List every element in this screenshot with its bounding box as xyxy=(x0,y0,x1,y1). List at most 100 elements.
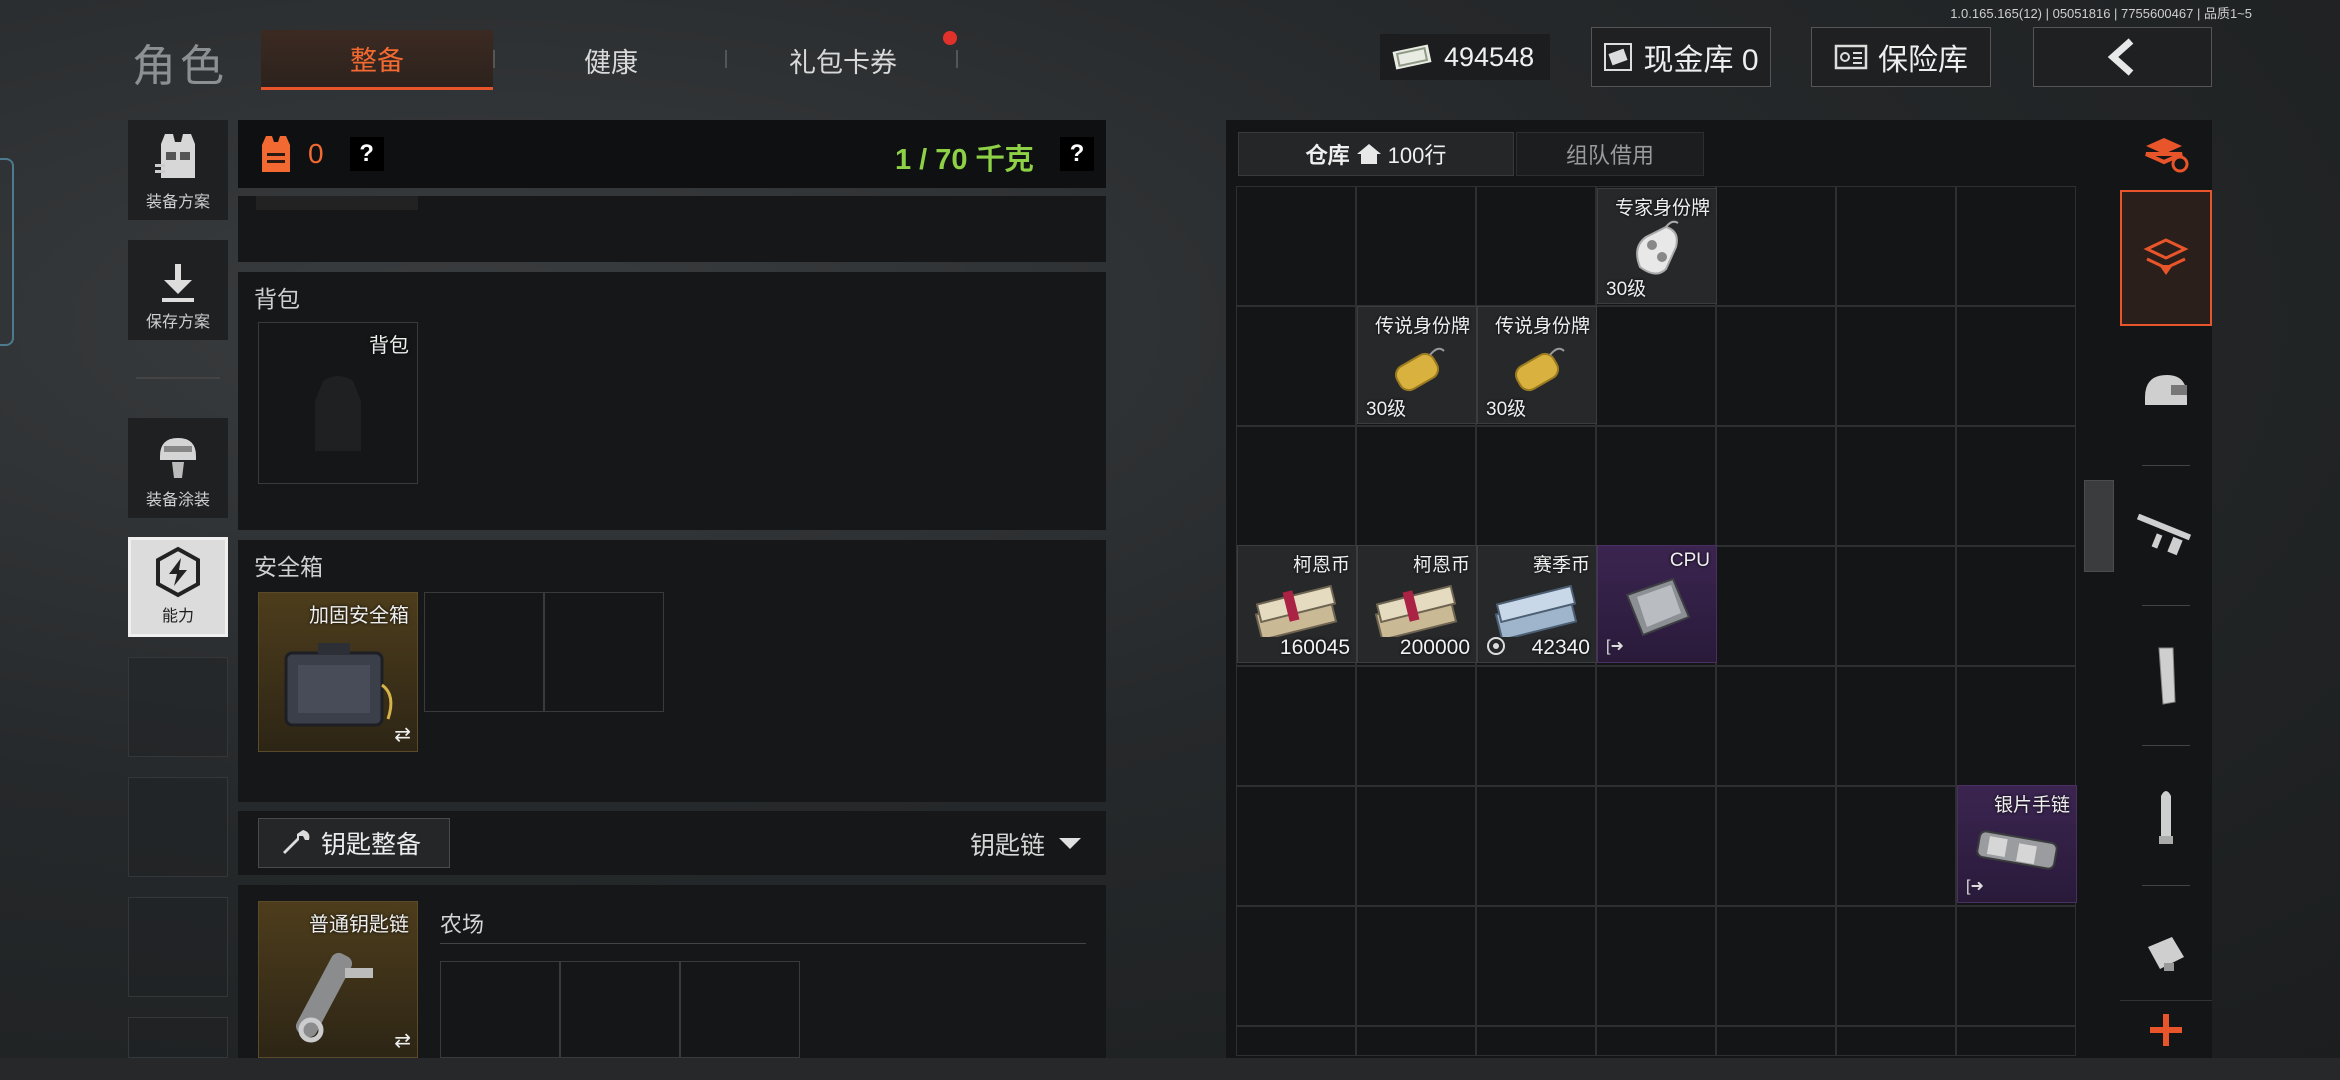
sidebar-item-ability[interactable]: 能力 xyxy=(128,537,228,637)
vest-icon xyxy=(262,136,290,172)
sidebar-item-save-plan[interactable]: 保存方案 xyxy=(128,240,228,340)
warehouse-grid-cell[interactable] xyxy=(1236,666,1356,786)
warehouse-grid-cell[interactable] xyxy=(1236,306,1356,426)
sidebar-item-loadout-plan[interactable]: 装备方案 xyxy=(128,120,228,220)
warehouse-grid-cell[interactable] xyxy=(1716,306,1836,426)
insurance-vault-label: 保险库 xyxy=(1878,44,1968,77)
warehouse-grid-cell[interactable] xyxy=(1836,546,1956,666)
warehouse-grid-cell[interactable] xyxy=(1356,906,1476,1026)
warehouse-grid-cell[interactable] xyxy=(1476,186,1596,306)
category-divider xyxy=(2142,605,2190,606)
keychain-slot[interactable]: 普通钥匙链 ⇄ xyxy=(258,901,418,1058)
key-grid-cell[interactable] xyxy=(440,961,560,1058)
warehouse-grid-cell[interactable] xyxy=(1836,786,1956,906)
warehouse-grid-cell[interactable] xyxy=(1356,786,1476,906)
grid-item-legend-dogtag[interactable]: 传说身份牌 30级 xyxy=(1477,306,1597,424)
key-grid-cell[interactable] xyxy=(560,961,680,1058)
category-magazine[interactable] xyxy=(2120,618,2212,734)
warehouse-grid-cell[interactable] xyxy=(1596,906,1716,1026)
insurance-vault-button[interactable]: 保险库 xyxy=(1811,27,1991,87)
warehouse-grid-cell[interactable] xyxy=(1956,186,2076,306)
category-ammo[interactable] xyxy=(2120,758,2212,874)
warehouse-grid-cell[interactable] xyxy=(1596,306,1716,426)
warehouse-grid-cell[interactable] xyxy=(1836,666,1956,786)
warehouse-grid-cell[interactable] xyxy=(1956,906,2076,1026)
keychain-selector[interactable]: 钥匙链 xyxy=(970,826,1083,862)
warehouse-grid-cell[interactable] xyxy=(1596,426,1716,546)
warehouse-grid-cell[interactable] xyxy=(1956,546,2076,666)
category-add[interactable] xyxy=(2120,1000,2212,1058)
warehouse-grid-cell[interactable] xyxy=(1356,1026,1476,1056)
key-equip-button[interactable]: 钥匙整备 xyxy=(258,818,450,868)
safebox-grid-cell[interactable] xyxy=(424,592,544,712)
warehouse-grid-cell[interactable] xyxy=(1716,186,1836,306)
category-rifle[interactable] xyxy=(2120,478,2212,594)
warehouse-grid-cell[interactable] xyxy=(1716,666,1836,786)
grid-item-koen-coin[interactable]: 柯恩币 160045 xyxy=(1237,545,1357,663)
warehouse-grid-cell[interactable] xyxy=(1236,426,1356,546)
warehouse-scrollbar[interactable] xyxy=(2084,480,2114,572)
warehouse-tab-label: 仓库 xyxy=(1305,143,1350,168)
warehouse-grid-cell[interactable] xyxy=(1356,426,1476,546)
category-warehouse-sort[interactable] xyxy=(2120,190,2212,326)
warehouse-grid-cell[interactable] xyxy=(1716,906,1836,1026)
warehouse-grid-cell[interactable] xyxy=(1716,786,1836,906)
warehouse-grid-cell[interactable] xyxy=(1836,426,1956,546)
tab-team-borrow[interactable]: 组队借用 xyxy=(1516,132,1704,176)
warehouse-grid-cell[interactable] xyxy=(1236,786,1356,906)
warehouse-grid-cell[interactable] xyxy=(1836,186,1956,306)
backpack-slot[interactable]: 背包 xyxy=(258,322,418,484)
warehouse-grid-cell[interactable] xyxy=(1476,1026,1596,1056)
category-helmet[interactable] xyxy=(2120,336,2212,452)
warehouse-grid-cell[interactable] xyxy=(1476,426,1596,546)
warehouse-grid-cell[interactable] xyxy=(1836,906,1956,1026)
tab-warehouse[interactable]: 仓库 100行 xyxy=(1238,132,1514,176)
cpu-chip-icon xyxy=(1625,577,1691,637)
warehouse-grid-cell[interactable] xyxy=(1476,906,1596,1026)
warehouse-grid-cell[interactable] xyxy=(1716,426,1836,546)
grid-item-season-coin[interactable]: 赛季币 42340 xyxy=(1477,545,1597,663)
grid-item-silver-bracelet[interactable]: 银片手链 [➜ xyxy=(1957,785,2077,903)
category-divider xyxy=(2142,885,2190,886)
warehouse-grid-cell[interactable] xyxy=(1836,1026,1956,1056)
tab-equip[interactable]: 整备 xyxy=(261,30,493,90)
back-button[interactable] xyxy=(2033,27,2212,87)
warehouse-grid-cell[interactable] xyxy=(1956,1026,2076,1056)
warehouse-grid-cell[interactable] xyxy=(1956,306,2076,426)
key-grid-cell[interactable] xyxy=(680,961,800,1058)
warehouse-grid-cell[interactable] xyxy=(1596,1026,1716,1056)
category-scope[interactable] xyxy=(2120,898,2212,1008)
warehouse-grid-cell[interactable] xyxy=(1596,666,1716,786)
grid-item-cpu[interactable]: CPU [➜ xyxy=(1597,545,1717,663)
warehouse-grid-cell[interactable] xyxy=(1356,666,1476,786)
warehouse-grid-cell[interactable] xyxy=(1236,906,1356,1026)
tab-health[interactable]: 健康 xyxy=(495,30,727,90)
cash-vault-button[interactable]: 现金库 0 xyxy=(1591,27,1771,87)
warehouse-grid-cell[interactable] xyxy=(1836,306,1956,426)
safebox-grid-cell[interactable] xyxy=(544,592,664,712)
warehouse-grid-cell[interactable] xyxy=(1356,186,1476,306)
swap-icon[interactable]: ⇄ xyxy=(394,722,411,747)
warehouse-grid-cell[interactable] xyxy=(1236,186,1356,306)
currency-display[interactable]: 494548 xyxy=(1380,34,1550,80)
tab-gift-coupons[interactable]: 礼包卡券 xyxy=(727,30,959,90)
item-count: 200000 xyxy=(1399,636,1470,659)
warehouse-grid-cell[interactable] xyxy=(1956,666,2076,786)
category-all-items[interactable] xyxy=(2120,120,2212,188)
sidebar-item-equipment-paint[interactable]: 装备涂装 xyxy=(128,418,228,518)
grid-item-legend-dogtag[interactable]: 传说身份牌 30级 xyxy=(1357,306,1477,424)
warehouse-grid-cell[interactable] xyxy=(1716,546,1836,666)
warehouse-grid-cell[interactable] xyxy=(1596,786,1716,906)
safebox-slot[interactable]: 加固安全箱 ⇄ xyxy=(258,592,418,752)
grid-item-expert-dogtag[interactable]: 专家身份牌 30级 xyxy=(1597,188,1717,304)
grid-item-koen-coin[interactable]: 柯恩币 200000 xyxy=(1357,545,1477,663)
help-icon[interactable]: ? xyxy=(349,137,384,171)
warehouse-grid-cell[interactable] xyxy=(1956,426,2076,546)
swap-icon[interactable]: ⇄ xyxy=(394,1028,411,1053)
warehouse-grid-cell[interactable] xyxy=(1476,786,1596,906)
warehouse-grid-cell[interactable] xyxy=(1236,1026,1356,1056)
weight-help-icon[interactable]: ? xyxy=(1060,137,1094,171)
warehouse-grid-cell[interactable] xyxy=(1716,1026,1836,1056)
cash-icon xyxy=(1392,44,1432,70)
warehouse-grid-cell[interactable] xyxy=(1476,666,1596,786)
